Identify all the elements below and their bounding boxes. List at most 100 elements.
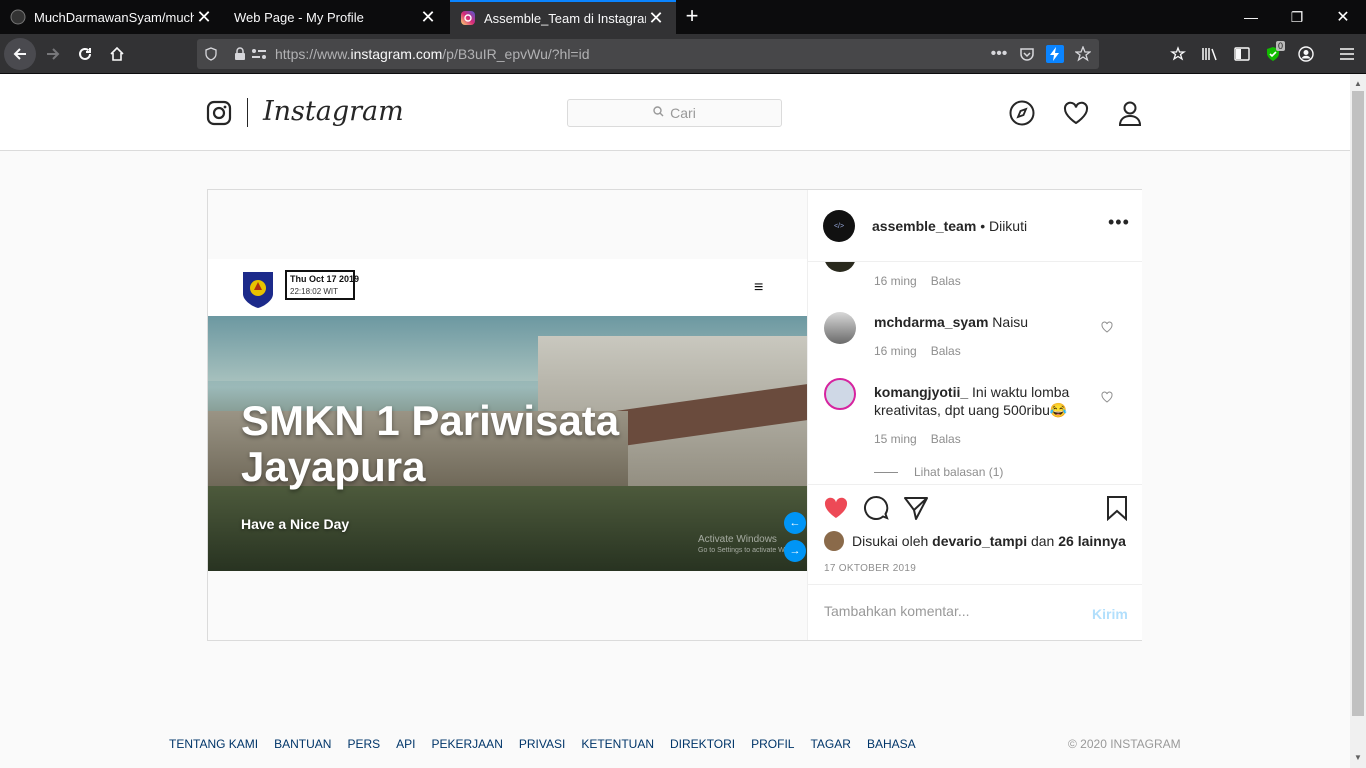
footer-link-jobs[interactable]: PEKERJAAN: [432, 737, 503, 751]
bookmark-star-icon[interactable]: [1074, 45, 1092, 63]
url-bar[interactable]: https://www.instagram.com/p/B3uIR_epvWu/…: [197, 39, 1099, 69]
restore-icon[interactable]: ❐: [1274, 0, 1320, 34]
tab-title: Web Page - My Profile: [234, 9, 364, 25]
permissions-icon[interactable]: [250, 45, 268, 63]
comment-username[interactable]: mchdarma_syam: [874, 314, 988, 330]
url-text[interactable]: https://www.instagram.com/p/B3uIR_epvWu/…: [275, 46, 590, 62]
next-slide-arrow-icon[interactable]: →: [784, 540, 806, 562]
pocket-icon[interactable]: [1018, 45, 1036, 63]
scrollbar-thumb[interactable]: [1352, 91, 1364, 716]
browser-navigation-bar: https://www.instagram.com/p/B3uIR_epvWu/…: [0, 34, 1366, 74]
like-comment-heart-icon[interactable]: [1101, 390, 1113, 403]
search-placeholder: Cari: [670, 105, 696, 121]
lock-icon[interactable]: [231, 45, 249, 63]
author-line: assemble_team • Diikuti: [872, 218, 1027, 234]
explore-compass-icon[interactable]: [1008, 99, 1036, 127]
view-replies-link[interactable]: Lihat balasan (1): [874, 465, 1003, 479]
instagram-logo-icon[interactable]: [206, 100, 232, 126]
footer-link-terms[interactable]: KETENTUAN: [581, 737, 654, 751]
save-bookmark-icon[interactable]: [1104, 495, 1130, 522]
tab-title: Assemble_Team di Instagram "I: [484, 10, 646, 26]
liker-avatar[interactable]: [824, 531, 844, 551]
shield-extension-icon[interactable]: 0: [1259, 39, 1289, 69]
account-icon[interactable]: [1291, 39, 1321, 69]
likes-others-link[interactable]: 26 lainnya: [1058, 533, 1126, 549]
hamburger-menu-icon: ≡: [754, 279, 764, 296]
reply-link[interactable]: Balas: [931, 432, 961, 446]
footer-link-directory[interactable]: DIREKTORI: [670, 737, 735, 751]
lightning-extension-icon[interactable]: [1046, 45, 1064, 63]
close-window-icon[interactable]: ✕: [1320, 0, 1366, 34]
new-tab-button[interactable]: +: [680, 3, 704, 31]
reading-list-icon[interactable]: [1163, 39, 1193, 69]
windows-activation-watermark: Activate Windows Go to Settings to activ…: [698, 534, 785, 556]
browser-tab-bar: MuchDarmawanSyam/muchda ✕ Web Page - My …: [0, 0, 1366, 34]
instagram-favicon-icon: [460, 10, 476, 26]
previous-slide-arrow-icon[interactable]: ←: [784, 512, 806, 534]
home-icon[interactable]: [102, 39, 132, 69]
commenter-avatar[interactable]: [824, 312, 856, 344]
logo-divider: [247, 98, 248, 127]
footer-link-hashtags[interactable]: TAGAR: [810, 737, 850, 751]
more-options-icon[interactable]: •••: [1108, 212, 1130, 233]
activity-heart-icon[interactable]: [1062, 99, 1090, 127]
footer-link-privacy[interactable]: PRIVASI: [519, 737, 565, 751]
tab-web-page[interactable]: Web Page - My Profile ✕: [224, 0, 448, 34]
reply-link[interactable]: Balas: [931, 344, 961, 358]
close-tab-icon[interactable]: ✕: [418, 7, 438, 28]
share-paper-plane-icon[interactable]: [903, 495, 929, 521]
date-time-box: Thu Oct 17 2019 22:18:02 WIT: [285, 270, 359, 300]
comment-username[interactable]: komangjyotii_: [874, 384, 968, 400]
footer-link-profiles[interactable]: PROFIL: [751, 737, 794, 751]
footer-link-language[interactable]: BAHASA: [867, 737, 916, 751]
comment-meta: 15 ming Balas: [874, 432, 975, 446]
footer-link-about[interactable]: TENTANG KAMI: [169, 737, 258, 751]
back-icon[interactable]: [4, 38, 36, 70]
liker-username[interactable]: devario_tampi: [932, 533, 1027, 549]
comment-bubble-icon[interactable]: [863, 495, 889, 521]
extension-badge: 0: [1276, 41, 1286, 51]
post-media[interactable]: Thu Oct 17 2019 22:18:02 WIT ≡ SMKN 1 Pa…: [208, 190, 807, 640]
close-tab-icon[interactable]: ✕: [194, 7, 214, 28]
comment-input[interactable]: [824, 603, 1074, 619]
send-comment-button[interactable]: Kirim: [1092, 606, 1128, 622]
post-header: </> assemble_team • Diikuti •••: [808, 190, 1142, 262]
scroll-up-icon[interactable]: ▲: [1350, 76, 1366, 92]
author-avatar[interactable]: </>: [823, 210, 855, 242]
tab-instagram[interactable]: Assemble_Team di Instagram "I ✕: [450, 0, 676, 34]
commenter-avatar-story[interactable]: [824, 378, 856, 410]
hero-title: SMKN 1 Pariwisata Jayapura: [241, 397, 620, 490]
menu-icon[interactable]: [1332, 39, 1362, 69]
comment-text: mchdarma_syam Naisu: [874, 313, 1099, 331]
search-input[interactable]: Cari: [567, 99, 782, 127]
tab-github[interactable]: MuchDarmawanSyam/muchda ✕: [0, 0, 224, 34]
like-comment-heart-icon[interactable]: [1101, 320, 1113, 333]
footer-link-press[interactable]: PERS: [347, 737, 380, 751]
minimize-icon[interactable]: —: [1228, 0, 1274, 34]
close-tab-icon[interactable]: ✕: [646, 8, 666, 29]
search-icon: [653, 106, 664, 120]
page-actions-icon[interactable]: •••: [990, 45, 1008, 63]
reload-icon[interactable]: [70, 39, 100, 69]
likes-prefix: Disukai oleh: [852, 533, 929, 549]
sidebar-icon[interactable]: [1227, 39, 1257, 69]
time-line: 22:18:02 WIT: [290, 287, 339, 296]
like-heart-icon[interactable]: [823, 495, 849, 521]
scroll-down-icon[interactable]: ▼: [1350, 750, 1366, 766]
reply-link[interactable]: Balas: [931, 274, 961, 288]
post-date[interactable]: 17 OKTOBER 2019: [824, 563, 916, 574]
instagram-wordmark[interactable]: Instagram: [263, 96, 404, 127]
author-username[interactable]: assemble_team: [872, 218, 976, 234]
library-icon[interactable]: [1195, 39, 1225, 69]
commenter-avatar[interactable]: [824, 262, 856, 272]
comments-list[interactable]: 16 ming Balas mchdarma_syam Naisu 16 ming…: [808, 262, 1142, 484]
follow-status[interactable]: • Diikuti: [980, 218, 1027, 234]
comment-meta: 16 ming Balas: [874, 274, 975, 288]
footer-links: TENTANG KAMI BANTUAN PERS API PEKERJAAN …: [169, 737, 932, 751]
forward-icon[interactable]: [38, 39, 68, 69]
footer-link-api[interactable]: API: [396, 737, 415, 751]
github-icon: [10, 9, 26, 25]
profile-icon[interactable]: [1116, 99, 1144, 127]
footer-link-help[interactable]: BANTUAN: [274, 737, 331, 751]
shield-icon[interactable]: [202, 45, 220, 63]
